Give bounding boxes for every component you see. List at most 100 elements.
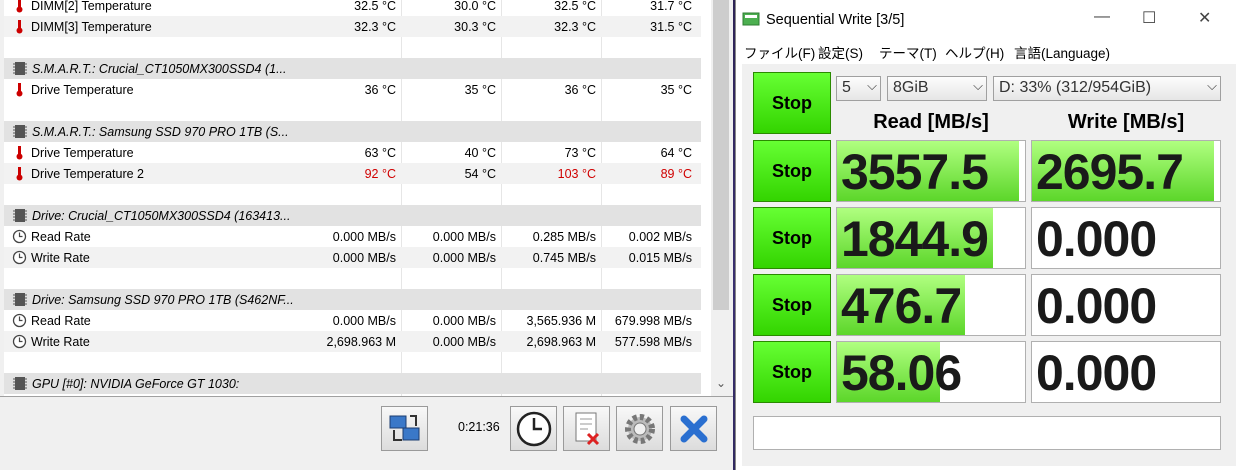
average-value: 31.7 °C [650,0,692,13]
sensor-group-label: Drive: Crucial_CT1050MX300SSD4 (163413..… [32,209,291,223]
current-value: 0.000 MB/s [332,314,396,328]
test-count-select[interactable]: 5 ⌵ [836,76,881,101]
sensor-group-header[interactable]: S.M.A.R.T.: Samsung SSD 970 PRO 1TB (S..… [4,121,701,142]
drive-chip-icon [12,61,28,76]
sensor-row[interactable]: Drive Temperature 63 °C 40 °C 73 °C 64 °C [4,142,701,163]
test-stop-button[interactable]: Stop [753,140,831,202]
drive-chip-icon [12,376,28,391]
current-value: 36 °C [364,83,396,97]
maximum-value: 2,698.963 M [526,335,597,349]
clock-gauge-icon [12,313,27,328]
menu-language[interactable]: 言語(Language) [1014,42,1110,62]
settings-button[interactable] [616,406,663,451]
sensor-row[interactable]: Write Rate 0.000 MB/s 0.000 MB/s 0.745 MB/s… [4,247,701,268]
gear-icon [625,414,655,444]
all-stop-label: Stop [772,92,812,113]
current-value: 0.000 MB/s [332,230,396,244]
sensor-list[interactable]: DIMM[2] Temperature 32.5 °C 30.0 °C 32.5 °C… [4,0,711,396]
vertical-scrollbar[interactable]: ⌄ [711,0,731,396]
minimize-icon[interactable]: — [1094,8,1110,26]
minimum-value: 0.000 MB/s [432,230,496,244]
write-result-cell: 0.000 [1031,274,1221,336]
sensor-group-header[interactable]: Drive: Samsung SSD 970 PRO 1TB (S462NF..… [4,289,701,310]
chevron-down-icon: ⌵ [973,78,983,93]
thermometer-icon [12,82,27,97]
test-stop-label: Stop [772,227,812,248]
test-stop-label: Stop [772,361,812,382]
read-result-cell: 1844.9 [836,207,1026,269]
app-disk-icon [742,12,760,26]
close-x-icon [680,415,708,443]
test-stop-button[interactable]: Stop [753,207,831,269]
read-result-cell: 3557.5 [836,140,1026,202]
test-size-select[interactable]: 8GiB ⌵ [887,76,987,101]
write-result-value: 0.000 [1036,278,1157,334]
sensor-group-label: S.M.A.R.T.: Crucial_CT1050MX300SSD4 (1..… [32,62,287,76]
average-value: 31.5 °C [650,20,692,34]
average-value: 64 °C [660,146,692,160]
maximum-value: 0.285 MB/s [532,230,596,244]
sensor-group-header[interactable]: Drive: Crucial_CT1050MX300SSD4 (163413..… [4,205,701,226]
test-count-value: 5 [842,79,851,96]
scroll-down-arrow-icon[interactable]: ⌄ [715,376,727,390]
read-result-cell: 58.06 [836,341,1026,403]
sensor-row[interactable]: Drive Temperature 36 °C 35 °C 36 °C 35 °C [4,79,701,100]
close-icon[interactable]: ✕ [1198,8,1211,28]
maximize-icon[interactable]: ☐ [1142,8,1156,28]
clock-reset-button[interactable] [510,406,557,451]
current-value: 32.3 °C [354,20,396,34]
minimum-value: 0.000 MB/s [432,251,496,265]
sensor-label: Drive Temperature 2 [31,167,145,181]
thermometer-icon [12,145,27,160]
sensor-row[interactable]: Read Rate 0.000 MB/s 0.000 MB/s 3,565.936 M… [4,310,701,331]
drive-value: D: 33% (312/954GiB) [999,79,1152,96]
hwinfo-sensors-window: DIMM[2] Temperature 32.5 °C 30.0 °C 32.5 °C… [0,0,733,470]
write-result-value: 0.000 [1036,345,1157,401]
drive-select[interactable]: D: 33% (312/954GiB) ⌵ [993,76,1221,101]
menu-settings[interactable]: 設定(S) [818,42,863,62]
menu-file[interactable]: ファイル(F) [744,42,815,62]
maximum-value: 0.745 MB/s [532,251,596,265]
test-stop-label: Stop [772,294,812,315]
sensor-group-header[interactable]: S.M.A.R.T.: Crucial_CT1050MX300SSD4 (1..… [4,58,701,79]
menu-help[interactable]: ヘルプ(H) [945,42,1004,62]
logging-button[interactable] [563,406,610,451]
menu-theme[interactable]: テーマ(T) [879,42,937,62]
status-bar [753,416,1221,450]
chevron-down-icon: ⌵ [1207,78,1217,93]
menu-bar: ファイル(F) 設定(S) テーマ(T) ヘルプ(H) 言語(Language) [736,38,1243,62]
divider [0,396,733,397]
network-button[interactable] [381,406,428,451]
scroll-thumb[interactable] [713,0,729,310]
average-value: 89 °C [660,167,692,181]
sensor-row[interactable]: Read Rate 0.000 MB/s 0.000 MB/s 0.285 MB/s 0… [4,226,701,247]
thermometer-icon [12,166,27,181]
thermometer-icon [12,19,27,34]
write-result-value: 0.000 [1036,211,1157,267]
sensor-row[interactable]: DIMM[2] Temperature 32.5 °C 30.0 °C 32.5 °C… [4,0,701,16]
minimum-value: 30.3 °C [454,20,496,34]
test-stop-button[interactable]: Stop [753,341,831,403]
average-value: 0.015 MB/s [628,251,692,265]
drive-chip-icon [12,124,28,139]
current-value: 0.000 MB/s [332,251,396,265]
maximum-value: 103 °C [557,167,596,181]
sensor-label: Read Rate [31,230,91,244]
drive-chip-icon [12,208,28,223]
all-stop-button[interactable]: Stop [753,72,831,134]
minimum-value: 0.000 MB/s [432,314,496,328]
sensor-row[interactable]: Write Rate 2,698.963 M 0.000 MB/s 2,698.963… [4,331,701,352]
minimum-value: 54 °C [464,167,496,181]
minimum-value: 0.000 MB/s [432,335,496,349]
sensor-group-header[interactable]: GPU [#0]: NVIDIA GeForce GT 1030: [4,373,701,394]
read-result-value: 58.06 [841,345,962,401]
test-stop-button[interactable]: Stop [753,274,831,336]
maximum-value: 73 °C [564,146,596,160]
sensor-row[interactable]: DIMM[3] Temperature 32.3 °C 30.3 °C 32.3 °C… [4,16,701,37]
average-value: 35 °C [660,83,692,97]
chevron-down-icon: ⌵ [867,78,877,93]
sensor-row[interactable]: Drive Temperature 2 92 °C 54 °C 103 °C 89 °C [4,163,701,184]
network-computers-icon [389,415,420,441]
close-sensors-button[interactable] [670,406,717,451]
average-value: 577.598 MB/s [614,335,692,349]
